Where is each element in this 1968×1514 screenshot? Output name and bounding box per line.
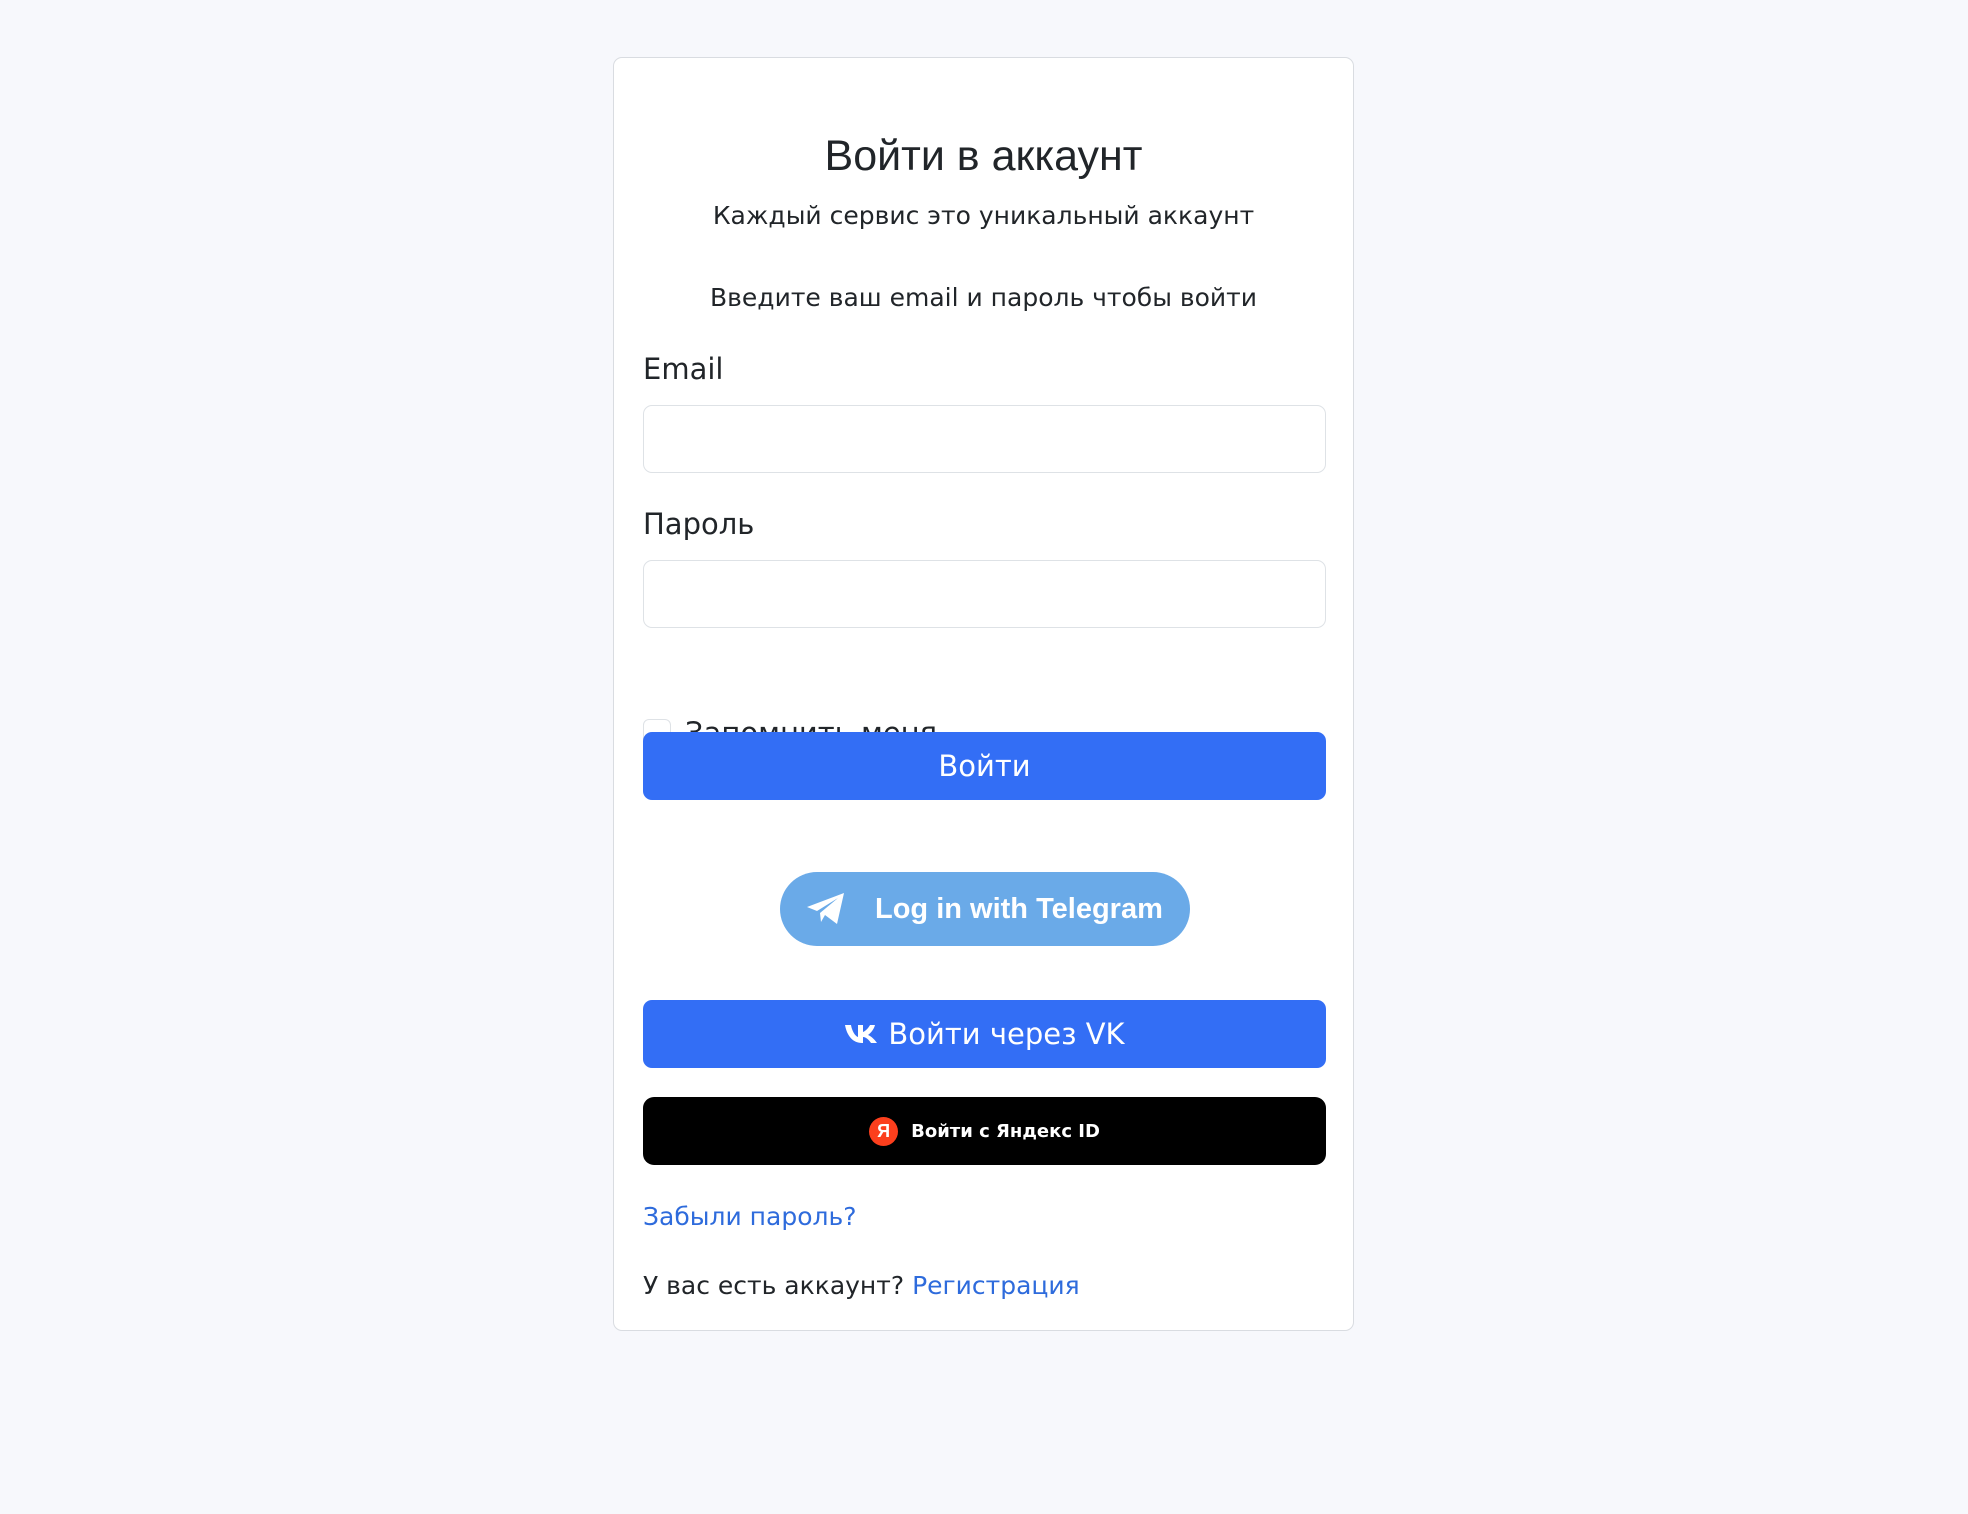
password-label: Пароль <box>643 507 755 541</box>
telegram-login-button[interactable]: Log in with Telegram <box>780 872 1190 946</box>
login-button[interactable]: Войти <box>643 732 1326 800</box>
forgot-password-link[interactable]: Забыли пароль? <box>643 1200 857 1234</box>
telegram-icon <box>807 893 844 924</box>
email-field[interactable] <box>643 405 1326 473</box>
vk-button-label: Войти через VK <box>888 1017 1125 1051</box>
account-question: У вас есть аккаунт? <box>643 1271 905 1300</box>
login-card: Войти в аккаунт Каждый сервис это уникал… <box>613 57 1354 1331</box>
yandex-button-label: Войти с Яндекс ID <box>911 1120 1100 1142</box>
page-title: Войти в аккаунт <box>824 132 1143 180</box>
signup-row: У вас есть аккаунт? Регистрация <box>643 1269 1080 1303</box>
vk-login-button[interactable]: Войти через VK <box>643 1000 1326 1068</box>
yandex-logo-icon: Я <box>869 1116 899 1146</box>
vk-logo-icon <box>845 1025 878 1043</box>
login-button-label: Войти <box>938 749 1031 783</box>
login-prompt: Введите ваш email и пароль чтобы войти <box>710 283 1257 312</box>
email-label: Email <box>643 352 724 386</box>
yandex-login-button[interactable]: Я Войти с Яндекс ID <box>643 1097 1326 1165</box>
page-subtitle: Каждый сервис это уникальный аккаунт <box>712 201 1255 230</box>
password-field[interactable] <box>643 560 1326 628</box>
telegram-button-label: Log in with Telegram <box>875 892 1163 925</box>
signup-link[interactable]: Регистрация <box>912 1271 1080 1300</box>
